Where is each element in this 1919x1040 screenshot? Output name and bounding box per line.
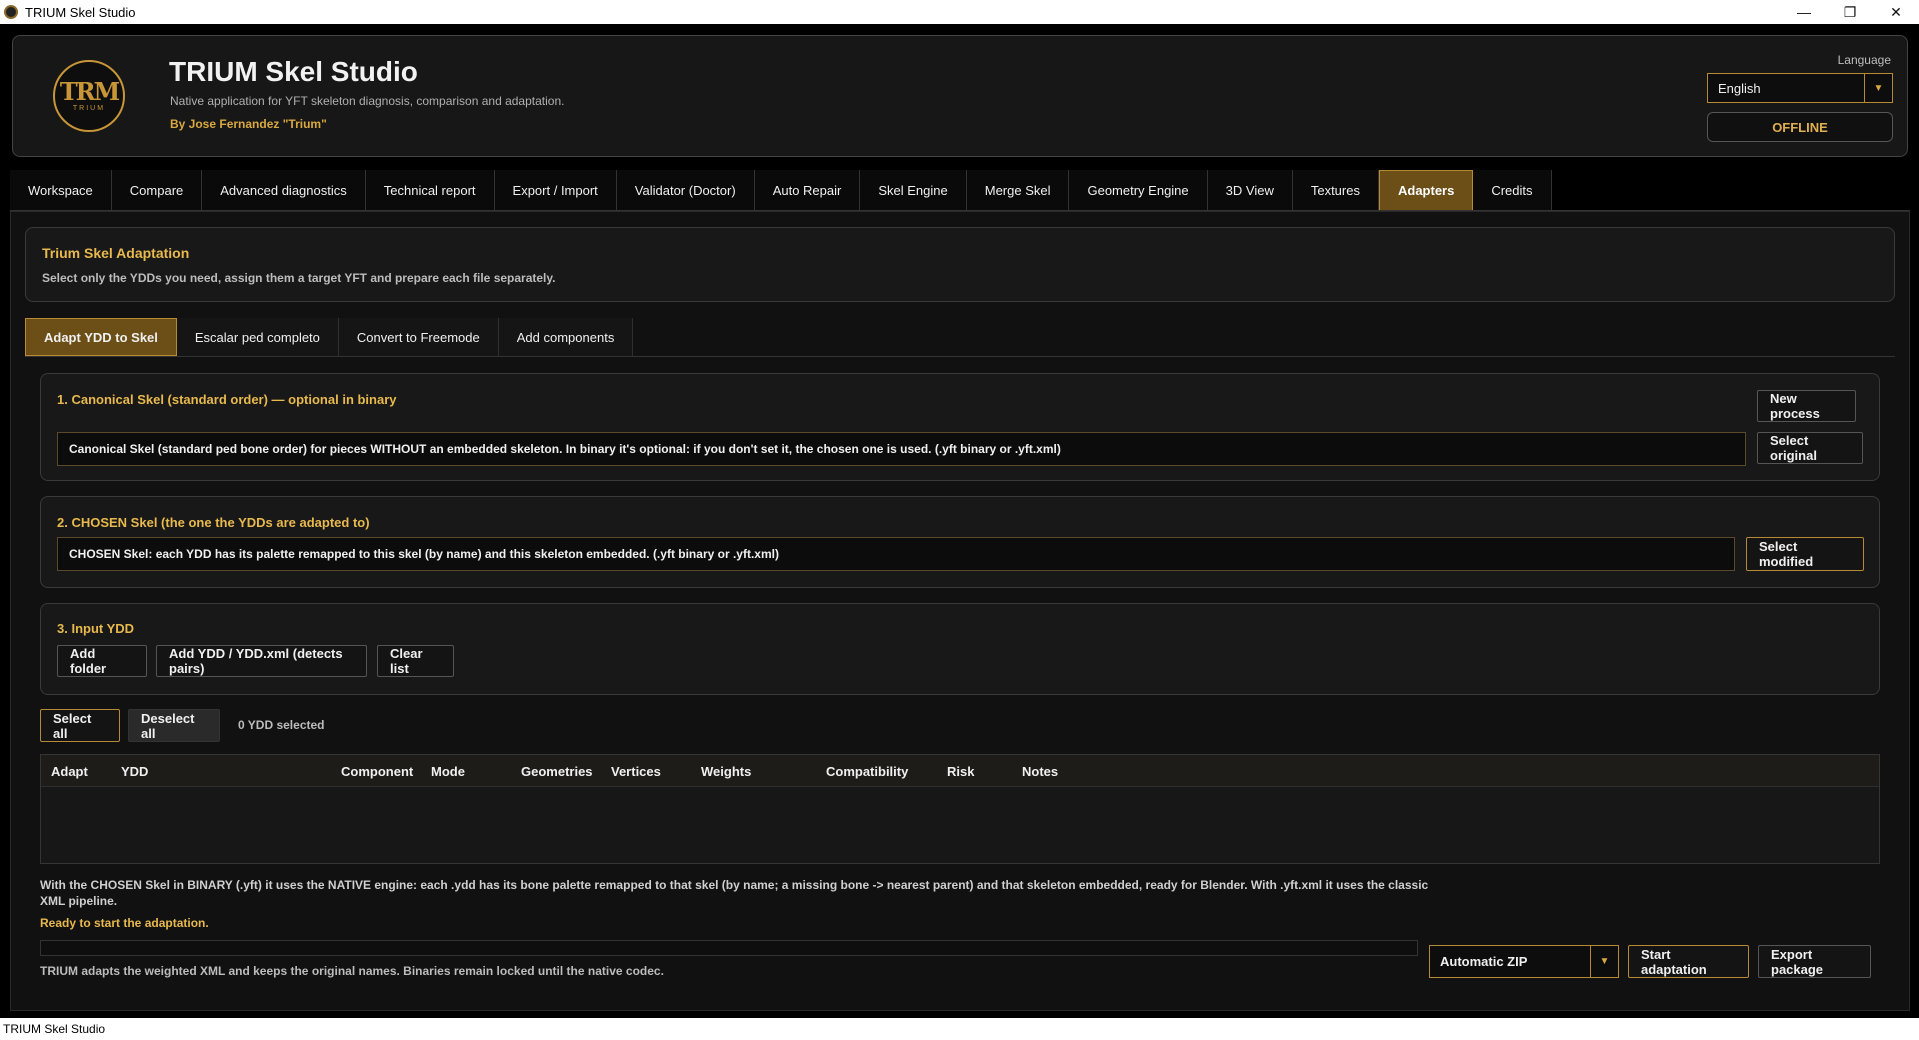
close-button[interactable]: ✕ [1873,0,1919,24]
output-mode-select[interactable]: Automatic ZIP ▼ [1429,945,1619,978]
sub-tab-divider [25,356,1895,357]
column-header[interactable]: Adapt [51,764,88,779]
subtab-escalar-ped-completo[interactable]: Escalar ped completo [176,318,339,356]
tab-validator-doctor[interactable]: Validator (Doctor) [616,170,755,211]
subtab-add-components[interactable]: Add components [498,318,634,356]
status-badge: OFFLINE [1707,112,1893,142]
column-header[interactable]: Risk [947,764,974,779]
select-all-button[interactable]: Select all [40,709,120,742]
language-value: English [1718,80,1761,96]
adaptation-intro-panel: Trium Skel Adaptation Select only the YD… [25,227,1895,302]
window-titlebar: TRIUM Skel Studio — ❐ ✕ [0,0,1919,24]
clear-list-button[interactable]: Clear list [377,645,454,677]
tab-geometry-engine[interactable]: Geometry Engine [1069,170,1208,211]
tab-merge-skel[interactable]: Merge Skel [966,170,1070,211]
language-select[interactable]: English ▼ [1707,73,1893,103]
output-mode-value: Automatic ZIP [1440,954,1528,969]
column-header[interactable]: Vertices [611,764,661,779]
trium-logo: TRM TRIUM [53,60,125,132]
tab-auto-repair[interactable]: Auto Repair [754,170,861,211]
tab-technical-report[interactable]: Technical report [365,170,495,211]
app-author: By Jose Fernandez "Trium" [170,117,327,131]
tab-compare[interactable]: Compare [111,170,203,211]
add-folder-button[interactable]: Add folder [57,645,147,677]
app-title: TRIUM Skel Studio [169,56,418,87]
status-text: Ready to start the adaptation. [40,916,209,930]
tab-credits[interactable]: Credits [1473,170,1552,211]
canonical-skel-field[interactable]: Canonical Skel (standard ped bone order)… [57,432,1746,466]
tab-advanced-diagnostics[interactable]: Advanced diagnostics [202,170,366,211]
column-header[interactable]: Notes [1022,764,1058,779]
add-ydd-button[interactable]: Add YDD / YDD.xml (detects pairs) [156,645,367,677]
adaptation-description: Select only the YDDs you need, assign th… [42,271,556,285]
column-header[interactable]: YDD [121,764,148,779]
table-header: Adapt YDD Component Mode Geometries Vert… [41,755,1879,787]
section1-title: 1. Canonical Skel (standard order) — opt… [57,392,397,407]
section3-title: 3. Input YDD [57,621,135,636]
logo-sub: TRIUM [72,105,106,112]
maximize-button[interactable]: ❐ [1827,0,1873,24]
window-controls: — ❐ ✕ [1781,0,1919,24]
adaptation-title: Trium Skel Adaptation [42,245,190,261]
section2-title: 2. CHOSEN Skel (the one the YDDs are ada… [57,515,370,530]
tab-3d-view[interactable]: 3D View [1207,170,1293,211]
main-tab-bar: Workspace Compare Advanced diagnostics Tech… [10,170,1552,211]
new-process-button[interactable]: New process [1757,390,1856,422]
engine-info-text: With the CHOSEN Skel in BINARY (.yft) it… [40,878,1429,908]
tab-export-import[interactable]: Export / Import [494,170,617,211]
column-header[interactable]: Compatibility [826,764,908,779]
canonical-skel-panel: 1. Canonical Skel (standard order) — opt… [40,373,1880,481]
language-label: Language [1837,53,1891,67]
export-package-button[interactable]: Export package [1758,945,1871,978]
window-title: TRIUM Skel Studio [25,4,136,20]
minimize-button[interactable]: — [1781,0,1827,24]
app-icon [4,5,18,19]
tab-textures[interactable]: Textures [1292,170,1379,211]
ydd-table[interactable]: Adapt YDD Component Mode Geometries Vert… [40,754,1880,864]
chosen-skel-panel: 2. CHOSEN Skel (the one the YDDs are ada… [40,496,1880,588]
app-subtitle: Native application for YFT skeleton diag… [170,94,565,108]
footnote-text: TRIUM adapts the weighted XML and keeps … [40,964,664,978]
select-original-button[interactable]: Select original [1757,432,1863,464]
subtab-adapt-ydd-to-skel[interactable]: Adapt YDD to Skel [25,318,177,356]
column-header[interactable]: Geometries [521,764,593,779]
progress-bar [40,940,1418,956]
chevron-down-icon[interactable]: ▼ [1864,74,1892,102]
logo-mark: TRM [59,77,120,106]
subtab-convert-to-freemode[interactable]: Convert to Freemode [338,318,499,356]
select-modified-button[interactable]: Select modified [1746,537,1864,571]
column-header[interactable]: Weights [701,764,751,779]
selected-count: 0 YDD selected [238,718,325,732]
column-header[interactable]: Mode [431,764,465,779]
chevron-down-icon[interactable]: ▼ [1590,946,1618,977]
window-statusbar: TRIUM Skel Studio [0,1018,1919,1040]
start-adaptation-button[interactable]: Start adaptation [1628,945,1749,978]
chosen-skel-field[interactable]: CHOSEN Skel: each YDD has its palette re… [57,537,1735,571]
sub-tab-bar: Adapt YDD to Skel Escalar ped completo Con… [25,318,634,356]
input-ydd-panel: 3. Input YDD Add folder Add YDD / YDD.xm… [40,603,1880,695]
deselect-all-button[interactable]: Deselect all [128,709,220,742]
app-header: TRM TRIUM TRIUM Skel Studio Native appli… [12,35,1908,157]
column-header[interactable]: Component [341,764,413,779]
tab-skel-engine[interactable]: Skel Engine [860,170,967,211]
tab-adapters[interactable]: Adapters [1378,170,1474,211]
tab-workspace[interactable]: Workspace [10,170,112,211]
